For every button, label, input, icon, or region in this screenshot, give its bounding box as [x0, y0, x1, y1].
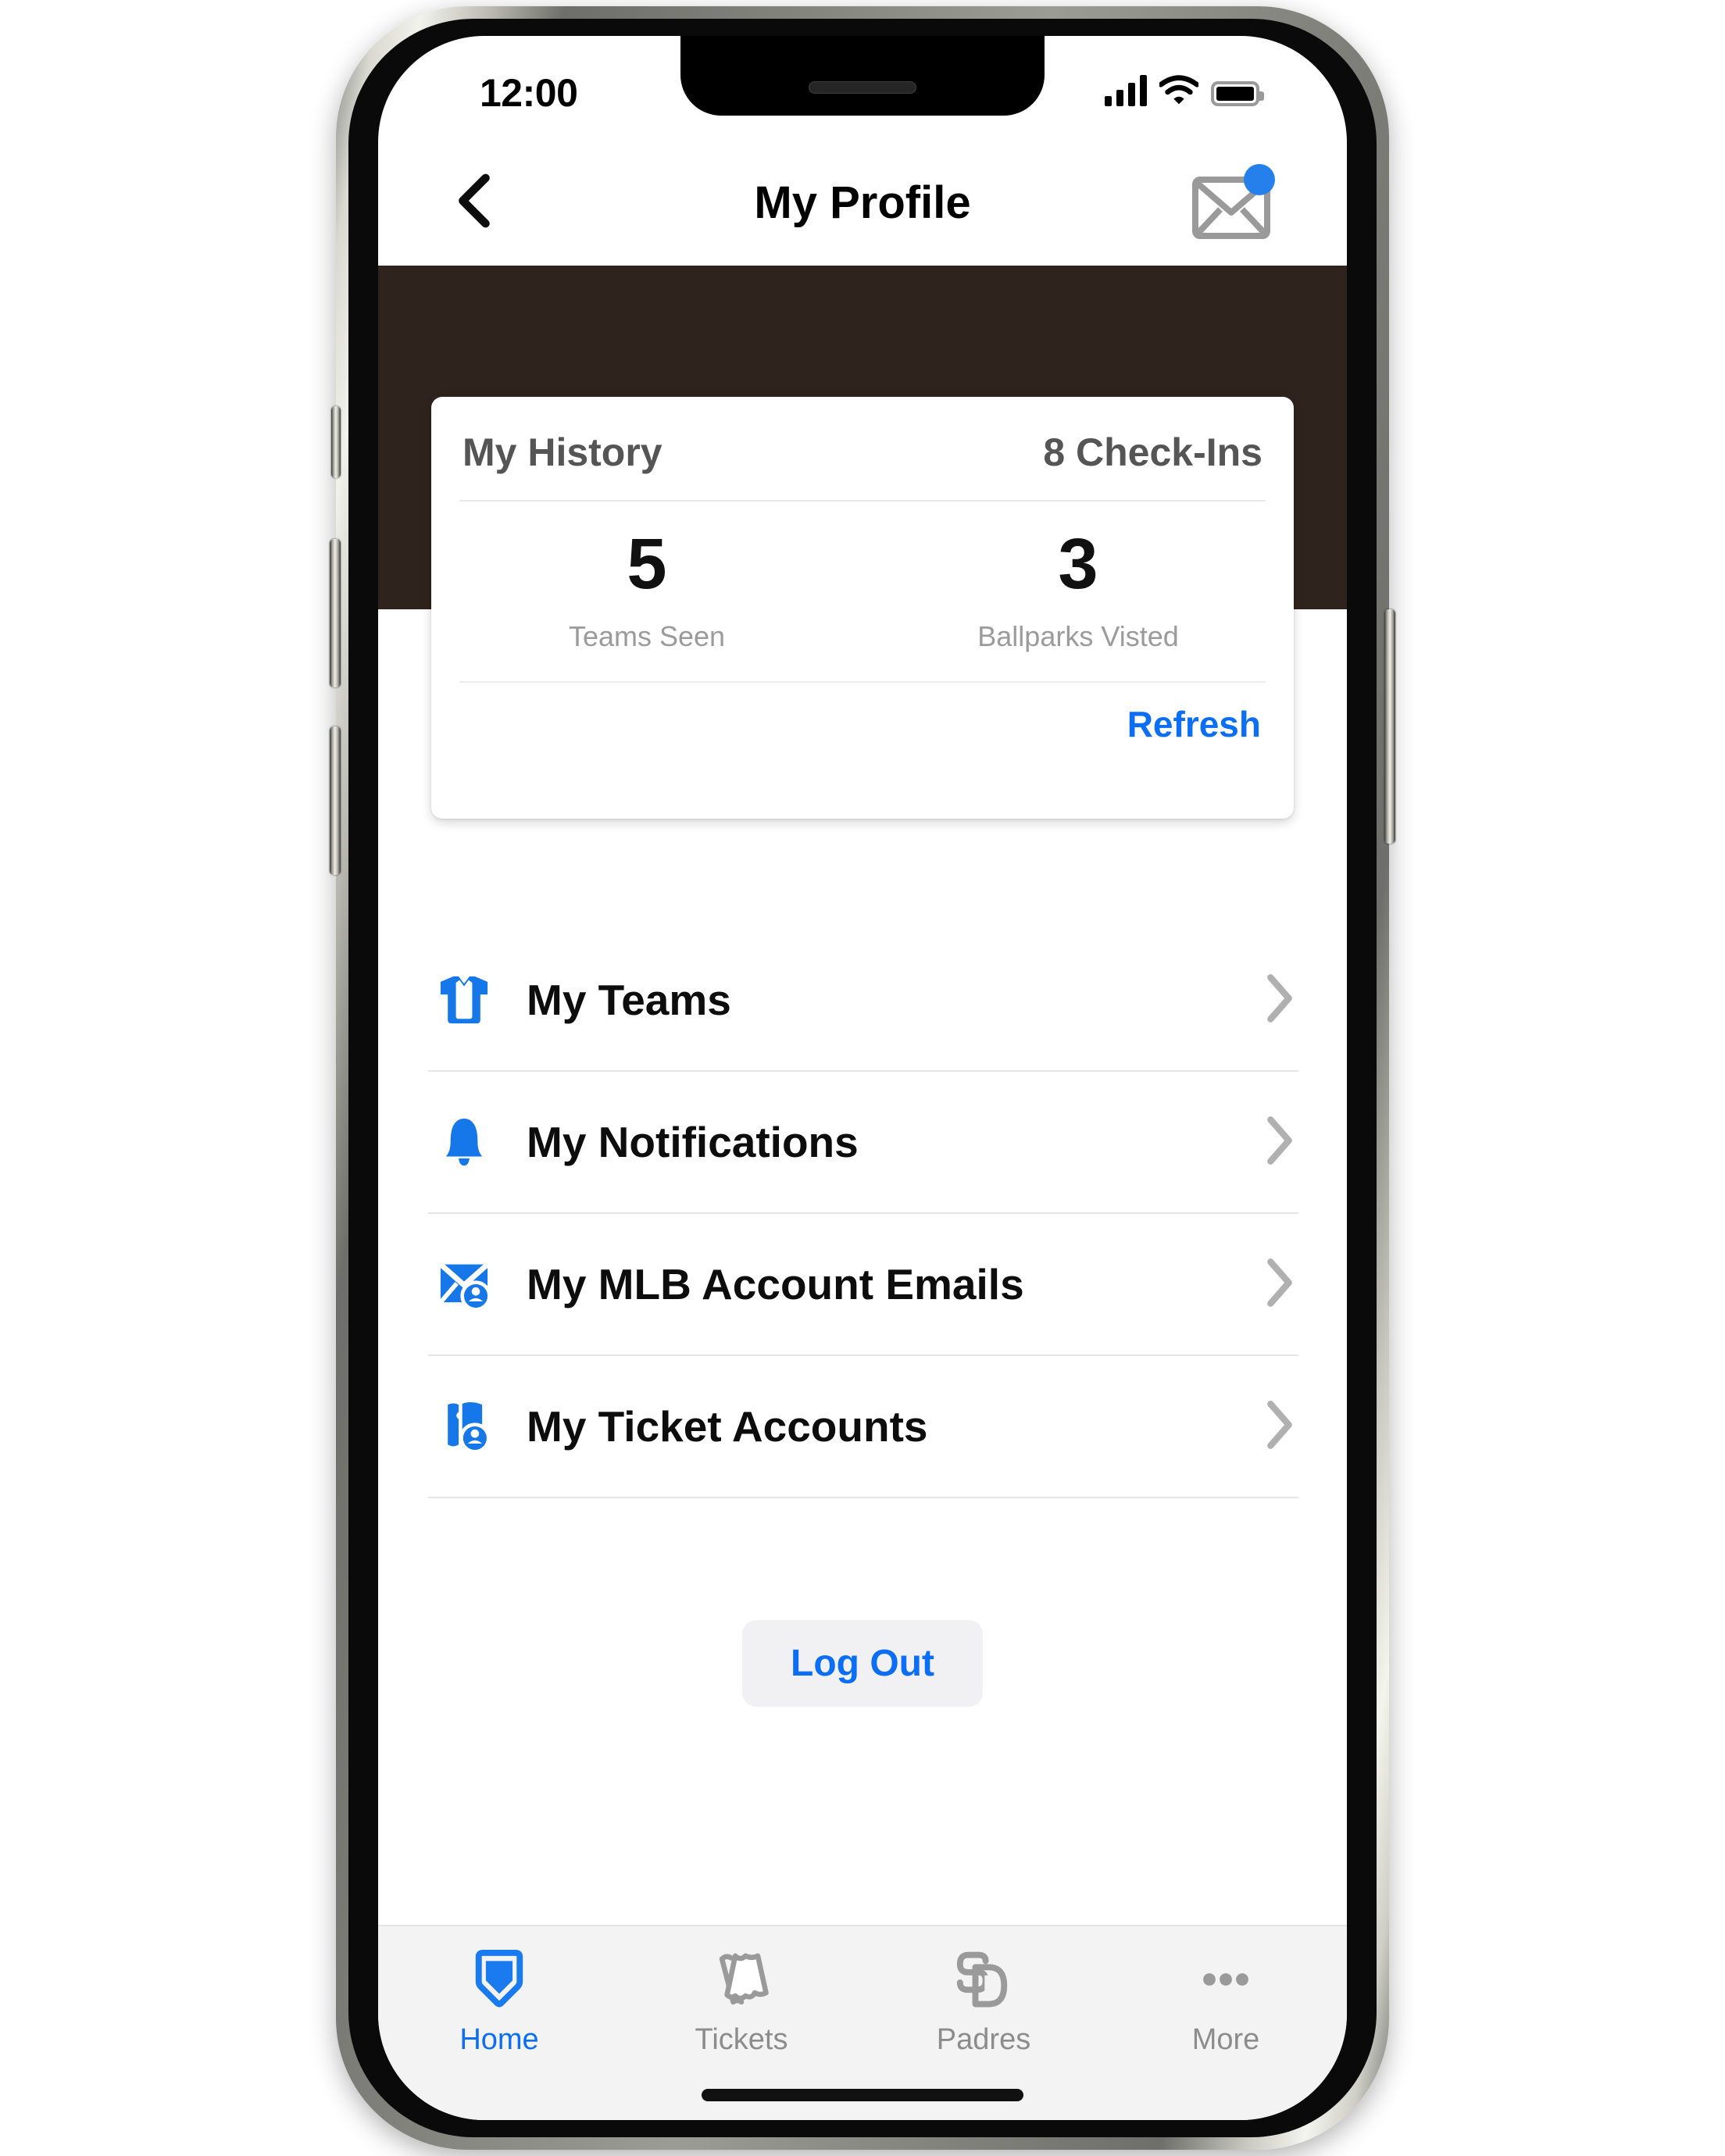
menu-item-my-mlb-account-emails[interactable]: My MLB Account Emails: [378, 1214, 1347, 1355]
stat-teams-seen: 5 Teams Seen: [431, 528, 862, 653]
stat-label: Ballparks Visted: [977, 620, 1179, 652]
stat-value: 5: [627, 524, 667, 604]
jersey-icon: [428, 971, 500, 1029]
my-history-card: My History 8 Check-Ins 5 Teams Seen 3 Ba…: [431, 397, 1294, 819]
log-out-button[interactable]: Log Out: [742, 1620, 983, 1707]
wifi-icon: [1159, 75, 1198, 106]
power-button[interactable]: [1384, 609, 1395, 844]
volume-up-button[interactable]: [330, 539, 341, 687]
ellipsis-icon: [1193, 1945, 1259, 2014]
navigation-bar: My Profile: [378, 141, 1347, 266]
bell-icon: [428, 1113, 500, 1171]
display-notch: [680, 36, 1045, 116]
stat-ballparks-visited: 3 Ballparks Visted: [862, 528, 1294, 653]
mute-switch-button[interactable]: [331, 406, 341, 478]
stats-row: 5 Teams Seen 3 Ballparks Visted: [431, 502, 1294, 653]
tab-home[interactable]: Home: [378, 1926, 620, 2120]
chevron-right-icon: [1264, 1256, 1300, 1313]
checkins-count: 8 Check-Ins: [1043, 430, 1262, 474]
chevron-right-icon: [1264, 1398, 1300, 1455]
stat-label: Teams Seen: [568, 620, 726, 652]
status-bar-indicators: [1105, 73, 1264, 106]
profile-menu-list: My Teams My Notifications My MLB Account…: [378, 930, 1347, 1498]
tab-label: More: [1191, 2023, 1260, 2056]
phone-screen: My History 8 Check-Ins 5 Teams Seen 3 Ba…: [378, 36, 1347, 2120]
card-header: My History 8 Check-Ins: [431, 397, 1294, 475]
tab-label: Padres: [936, 2023, 1031, 2056]
mail-account-icon: [428, 1255, 500, 1313]
chevron-right-icon: [1264, 1114, 1300, 1171]
stat-value: 3: [1058, 524, 1098, 604]
cellular-signal-icon: [1105, 73, 1147, 106]
menu-item-label: My Notifications: [527, 1118, 859, 1166]
menu-item-label: My Teams: [527, 976, 731, 1024]
menu-item-label: My MLB Account Emails: [527, 1260, 1024, 1308]
tab-label: Tickets: [695, 2023, 788, 2056]
unread-badge: [1244, 164, 1275, 195]
ticket-account-icon: [428, 1397, 500, 1455]
card-title: My History: [462, 430, 662, 474]
home-plate-icon: [466, 1945, 532, 2014]
menu-item-label: My Ticket Accounts: [527, 1402, 928, 1451]
tab-more[interactable]: More: [1105, 1926, 1347, 2120]
menu-item-my-ticket-accounts[interactable]: My Ticket Accounts: [378, 1356, 1347, 1497]
screenshot-stage: My History 8 Check-Ins 5 Teams Seen 3 Ba…: [0, 0, 1725, 2156]
tab-label: Home: [459, 2023, 539, 2056]
earpiece-speaker-icon: [809, 81, 916, 94]
status-bar-clock: 12:00: [480, 71, 578, 115]
menu-divider: [428, 1497, 1298, 1498]
tickets-icon: [709, 1945, 774, 2014]
home-indicator[interactable]: [702, 2089, 1023, 2101]
volume-down-button[interactable]: [330, 726, 341, 875]
chevron-right-icon: [1264, 972, 1300, 1029]
menu-item-my-notifications[interactable]: My Notifications: [378, 1072, 1347, 1212]
padres-sd-logo-icon: [951, 1945, 1016, 2014]
logout-container: Log Out: [378, 1620, 1347, 1707]
menu-item-my-teams[interactable]: My Teams: [378, 930, 1347, 1070]
battery-full-icon: [1211, 81, 1264, 106]
refresh-button[interactable]: Refresh: [431, 683, 1294, 745]
